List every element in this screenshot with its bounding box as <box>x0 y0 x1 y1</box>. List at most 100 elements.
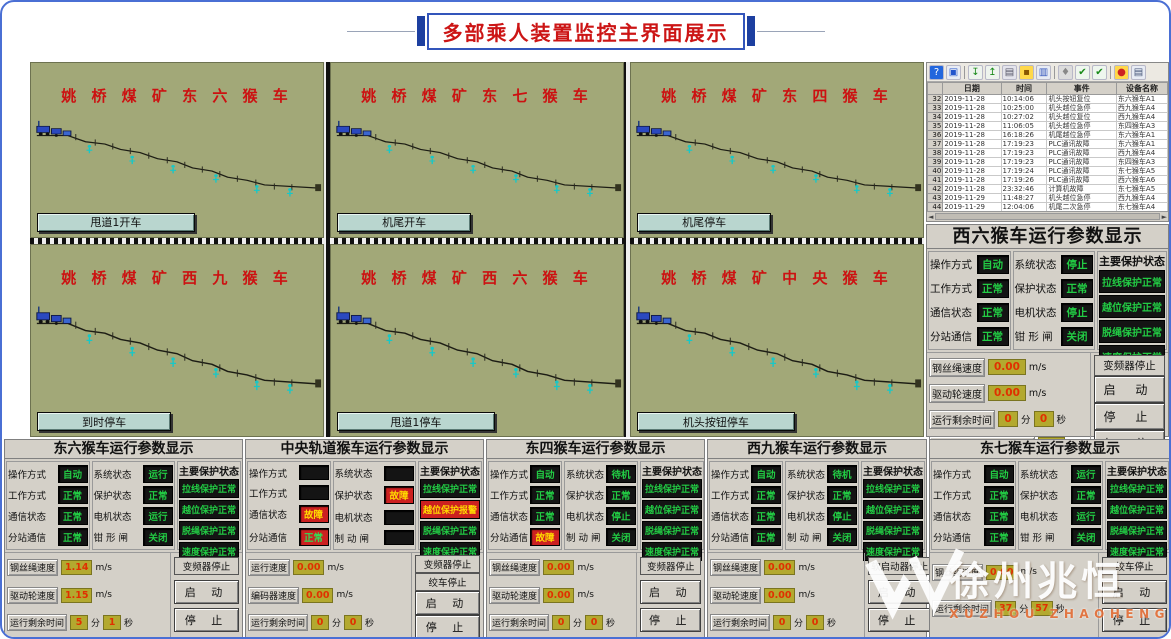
hand-icon[interactable]: ♦ <box>1058 65 1073 80</box>
log-row[interactable]: 342019-11-2810:27:02机头越位复位西九猴车A4 <box>928 113 1168 122</box>
chart-icon[interactable]: ▥ <box>1036 65 1051 80</box>
protection-column: 主要保护状态拉线保护正常越位保护正常脱绳保护正常速度保护正常 <box>177 461 241 550</box>
stop-button[interactable]: 停 止 <box>174 608 239 632</box>
estop-icon[interactable]: ● <box>1114 65 1129 80</box>
log-cell: 11:48:27 <box>1001 194 1047 203</box>
import-icon[interactable]: ↧ <box>968 65 983 80</box>
status-row: 制 动 闸关闭 <box>566 528 636 546</box>
readout-label: 钢丝绳速度 <box>932 564 983 581</box>
stop-button[interactable]: 停 止 <box>1102 608 1167 632</box>
track-control-button[interactable]: 机头按钮停车 <box>637 412 795 431</box>
status-label: 分站通信 <box>930 329 972 344</box>
status-label: 系统状态 <box>566 467 604 481</box>
report2-icon[interactable]: ✔ <box>1092 65 1107 80</box>
protection-title: 主要保护状态 <box>863 463 923 478</box>
export-icon[interactable]: ↥ <box>985 65 1000 80</box>
scroll-right-arrow-icon[interactable]: ► <box>1162 213 1167 221</box>
log-cell: 23:32:46 <box>1001 185 1047 194</box>
log-row[interactable]: 422019-11-2823:32:46计算机故障东七猴车A5 <box>928 185 1168 194</box>
readout-section: 钢丝绳速度1.14m/s驱动轮速度1.15m/s运行剩余时间5分1秒此次启动后运… <box>5 553 242 639</box>
track-control-button[interactable]: 机尾停车 <box>637 213 771 232</box>
readout-unit: m/s <box>577 563 594 573</box>
log-row[interactable]: 352019-11-2811:06:05机头越位急停东四猴车A3 <box>928 122 1168 131</box>
status-row: 操作方式自动 <box>8 465 88 483</box>
status-label: 电机状态 <box>1015 305 1057 320</box>
log-cell: 2019-11-28 <box>943 167 1001 176</box>
log-row[interactable]: 382019-11-2817:19:23PLC通讯故障西九猴车A4 <box>928 149 1168 158</box>
status-row: 通信状态正常 <box>930 303 1009 322</box>
copy-icon[interactable]: ▤ <box>1002 65 1017 80</box>
status-label: 工作方式 <box>711 488 749 502</box>
log-row[interactable]: 402019-11-2817:19:24PLC通讯故障东七猴车A5 <box>928 167 1168 176</box>
start-button[interactable]: 启 动 <box>868 580 931 604</box>
status-row: 系统状态-- <box>335 466 415 481</box>
readout-unit: 秒 <box>606 616 615 629</box>
status-label: 系统状态 <box>787 467 825 481</box>
track-control-button[interactable]: 甩道1开车 <box>37 213 195 232</box>
clipboard-icon[interactable]: ▤ <box>1131 65 1146 80</box>
status-value: 故障 <box>299 505 329 523</box>
readouts: 钢丝绳速度0.00m/s运行剩余时间37分57秒此次启动后运行总时间107分 <box>930 553 1098 639</box>
readout-row: 钢丝绳速度0.00m/s <box>932 564 1096 581</box>
readout-label: 编码器速度 <box>248 587 299 604</box>
log-row[interactable]: 332019-11-2810:25:00机头越位急停西九猴车A4 <box>928 104 1168 113</box>
log-row[interactable]: 432019-11-2911:48:27机头越位急停西九猴车A4 <box>928 194 1168 203</box>
status-row: 钳 形 闸 关闭 <box>1020 528 1101 546</box>
log-cell: 西九猴车A4 <box>1116 113 1167 122</box>
log-cell: 2019-11-28 <box>943 158 1001 167</box>
button-column: 变频器停止启 动停 止复 位 <box>170 553 242 639</box>
stop-button[interactable]: 停 止 <box>1094 403 1165 430</box>
start-button[interactable]: 启 动 <box>1102 580 1167 604</box>
readout-label: 钢丝绳速度 <box>7 559 58 576</box>
status-value: -- <box>384 510 414 525</box>
log-cell: 17:19:26 <box>1001 176 1047 185</box>
status-row: 电机状态运行 <box>94 507 174 525</box>
log-col-header <box>928 83 943 95</box>
log-cell: 10:27:02 <box>1001 113 1047 122</box>
status-label: 钳 形 闸 <box>1020 530 1055 544</box>
lock-icon[interactable]: ▪ <box>1019 65 1034 80</box>
protection-status-box: 脱绳保护正常 <box>179 521 239 540</box>
log-row[interactable]: 322019-11-2810:14:06机头按钮复位东六猴车A1 <box>928 95 1168 104</box>
scroll-left-arrow-icon[interactable]: ◄ <box>928 213 933 221</box>
report-icon[interactable]: ✔ <box>1075 65 1090 80</box>
help-icon[interactable]: ? <box>929 65 944 80</box>
start-button[interactable]: 启 动 <box>174 580 239 604</box>
status-label: 操作方式 <box>490 467 528 481</box>
track-control-button[interactable]: 机尾开车 <box>337 213 471 232</box>
log-row[interactable]: 392019-11-2817:19:23PLC通讯故障东四猴车A3 <box>928 158 1168 167</box>
log-cell: 2019-11-28 <box>943 95 1001 104</box>
readout-section: 钢丝绳速度0.00m/s运行剩余时间37分57秒此次启动后运行总时间107分绞车… <box>930 553 1170 639</box>
stop-button[interactable]: 停 止 <box>415 615 480 639</box>
log-row[interactable]: 412019-11-2817:19:26PLC通讯故障西六猴车A6 <box>928 176 1168 185</box>
log-row[interactable]: 362019-11-2816:18:26机尾越位急停东六猴车A1 <box>928 131 1168 140</box>
status-label: 电机状态 <box>94 509 132 523</box>
log-row[interactable]: 372019-11-2817:19:23PLC通讯故障东六猴车A1 <box>928 140 1168 149</box>
status-column: 系统状态待机保护状态正常电机状态停止制 动 闸关闭 <box>564 461 638 550</box>
status-row: 保护状态正常 <box>787 486 857 504</box>
event-log-hscrollbar[interactable]: ◄ ► <box>927 211 1168 221</box>
status-value: 关闭 <box>1071 528 1101 546</box>
track-control-button[interactable]: 甩道1停车 <box>337 412 495 431</box>
track-control-button[interactable]: 到时停车 <box>37 412 171 431</box>
readout-value: 1.15 <box>61 588 92 603</box>
status-column: 系统状态运行保护状态正常电机状态运行钳 形 闸关闭 <box>1018 461 1103 550</box>
readout-row: 运行剩余时间0分0秒 <box>489 614 634 631</box>
track-panel-6: 姚 桥 煤 矿 中 央 猴 车 机头按钮停车 <box>630 244 924 437</box>
scroll-thumb[interactable] <box>935 213 1159 220</box>
status-section: 操作方式自动工作方式正常通信状态正常分站通信正常系统状态运行保护状态正常电机状态… <box>930 459 1170 553</box>
stop-button[interactable]: 停 止 <box>640 608 701 632</box>
log-cell: 17:19:23 <box>1001 158 1047 167</box>
param-panel-title: 东四猴车运行参数显示 <box>487 440 704 459</box>
protection-column: 主要保护状态拉线保护正常越位保护正常脱绳保护正常速度保护正常 <box>1105 461 1169 550</box>
start-button[interactable]: 启 动 <box>640 580 701 604</box>
monitor-icon[interactable]: ▣ <box>946 65 961 80</box>
status-row: 通信状态正常 <box>490 507 560 525</box>
log-cell: 机头越位急停 <box>1047 194 1116 203</box>
status-label: 通信状态 <box>490 509 528 523</box>
stop-button[interactable]: 停 止 <box>868 608 931 632</box>
start-button[interactable]: 启 动 <box>1094 376 1165 403</box>
start-button[interactable]: 启 动 <box>415 591 480 615</box>
log-cell: 2019-11-28 <box>943 122 1001 131</box>
log-row[interactable]: 442019-11-2912:04:06机尾二次急停东七猴车A4 <box>928 203 1168 212</box>
